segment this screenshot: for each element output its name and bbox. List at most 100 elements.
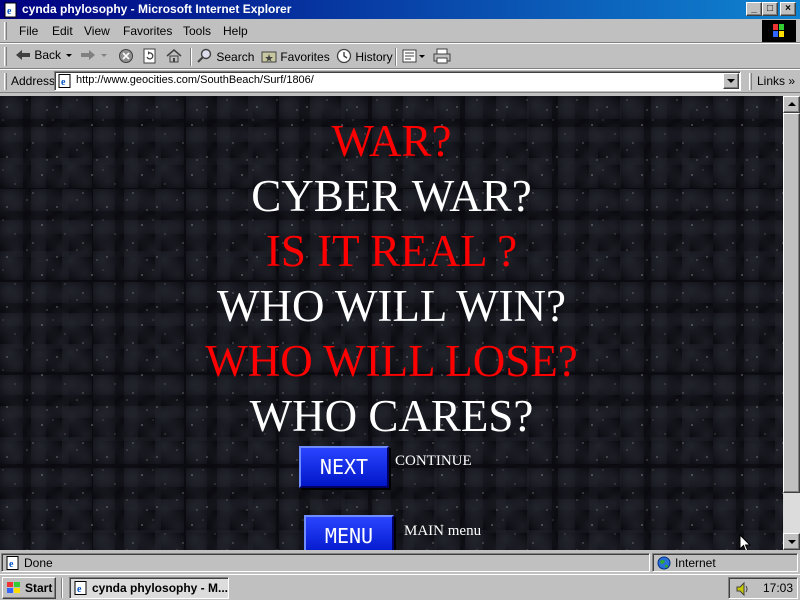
forward-button[interactable]	[80, 48, 96, 66]
menubar-grip[interactable]	[4, 22, 7, 40]
standard-toolbar: Back Search Favorites History	[0, 43, 800, 69]
scroll-down-button[interactable]	[783, 533, 800, 550]
title-bar: e cynda phylosophy - Microsoft Internet …	[0, 0, 800, 19]
back-button[interactable]: Back	[15, 48, 61, 66]
security-zone-pane: Internet	[652, 553, 798, 572]
maximize-icon: □	[766, 3, 774, 14]
favorites-folder-icon	[261, 51, 277, 63]
headline-who-will-win: WHO WILL WIN?	[216, 281, 567, 331]
links-grip[interactable]	[749, 73, 752, 90]
stop-icon	[119, 49, 133, 63]
close-icon: ×	[785, 3, 791, 14]
ie-page-icon: e	[74, 581, 87, 595]
back-label: Back	[34, 48, 62, 62]
svg-text:e: e	[9, 559, 14, 570]
taskbar-separator	[61, 578, 63, 598]
headline-who-will-lose: WHO WILL LOSE?	[205, 336, 578, 386]
address-dropdown-button[interactable]	[723, 73, 739, 89]
windows-logo-icon	[773, 24, 784, 37]
vertical-scrollbar[interactable]	[783, 96, 800, 550]
status-bar: e Done Internet	[0, 552, 800, 574]
history-button[interactable]: History	[336, 48, 393, 66]
toolbar-separator	[395, 48, 397, 66]
history-label: History	[355, 50, 393, 64]
printer-icon	[433, 48, 451, 64]
maximize-button[interactable]: □	[762, 2, 778, 16]
back-dropdown[interactable]	[66, 48, 72, 66]
minimize-icon: _	[751, 3, 757, 14]
minimize-button[interactable]: _	[746, 2, 762, 16]
chevron-up-icon	[787, 102, 796, 106]
main-menu-label: MAIN menu	[404, 523, 482, 539]
headline-war: WAR?	[331, 116, 452, 166]
print-button[interactable]	[433, 48, 451, 66]
refresh-button[interactable]	[142, 48, 158, 66]
taskbar-item-label: cynda phylosophy - M...	[92, 581, 229, 595]
forward-arrow-icon	[81, 50, 95, 60]
ie-page-icon: e	[4, 2, 17, 18]
scroll-thumb[interactable]	[783, 113, 800, 493]
links-label: Links	[757, 74, 786, 88]
continue-label: CONTINUE	[395, 453, 472, 469]
internet-globe-icon	[657, 556, 671, 570]
page-content: WAR? CYBER WAR? IS IT REAL ? WHO WILL WI…	[0, 96, 783, 550]
chevron-down-icon	[101, 54, 107, 57]
toolbar-separator	[190, 48, 192, 66]
chevron-down-icon	[787, 540, 796, 544]
address-field[interactable]: e http://www.geocities.com/SouthBeach/Su…	[54, 71, 741, 91]
close-button[interactable]: ×	[780, 2, 796, 16]
svg-text:e: e	[61, 77, 66, 88]
toolbar-grip[interactable]	[4, 47, 7, 66]
clock[interactable]: 17:03	[763, 581, 793, 595]
search-icon	[197, 48, 212, 63]
next-button[interactable]: NEXT	[299, 446, 389, 488]
chevron-down-icon	[727, 79, 735, 83]
menu-file[interactable]: File	[19, 24, 38, 38]
window-title: cynda phylosophy - Microsoft Internet Ex…	[22, 2, 292, 16]
start-button[interactable]: Start	[2, 577, 56, 599]
page-done-icon: e	[6, 556, 19, 570]
mail-button[interactable]	[402, 48, 426, 66]
svg-text:e: e	[7, 6, 12, 17]
zone-text: Internet	[675, 556, 716, 570]
back-arrow-icon	[16, 50, 30, 60]
address-url: http://www.geocities.com/SouthBeach/Surf…	[76, 74, 314, 86]
menu-bar: File Edit View Favorites Tools Help	[0, 19, 800, 43]
stop-button[interactable]	[118, 48, 134, 66]
headline-cyber-war: CYBER WAR?	[251, 171, 532, 221]
address-label: Address	[11, 74, 56, 88]
menu-help[interactable]: Help	[223, 24, 248, 38]
menu-view[interactable]: View	[84, 24, 110, 38]
history-icon	[336, 48, 352, 64]
menu-favorites[interactable]: Favorites	[123, 24, 172, 38]
svg-text:e: e	[77, 584, 82, 595]
menu-button[interactable]: MENU	[304, 515, 394, 550]
home-icon	[166, 49, 182, 63]
start-label: Start	[25, 581, 53, 595]
mail-icon	[402, 49, 425, 63]
forward-dropdown[interactable]	[101, 48, 107, 66]
menu-tools[interactable]: Tools	[183, 24, 211, 38]
favorites-label: Favorites	[280, 50, 330, 64]
search-button[interactable]: Search	[197, 48, 254, 66]
mouse-cursor-icon	[739, 534, 752, 550]
status-message-pane: e Done	[1, 553, 650, 572]
chevron-right-icon: »	[788, 74, 796, 88]
home-button[interactable]	[166, 48, 182, 66]
favorites-button[interactable]: Favorites	[261, 48, 330, 66]
taskbar-item-ie[interactable]: e cynda phylosophy - M...	[69, 577, 229, 599]
links-button[interactable]: Links »	[757, 74, 795, 88]
search-label: Search	[216, 50, 255, 64]
addressbar-grip[interactable]	[4, 73, 7, 90]
status-text: Done	[24, 556, 53, 570]
system-tray: 17:03	[728, 577, 798, 599]
menu-edit[interactable]: Edit	[52, 24, 73, 38]
chevron-down-icon	[66, 54, 72, 57]
volume-icon[interactable]	[735, 581, 751, 597]
scroll-up-button[interactable]	[783, 96, 800, 113]
headline-is-it-real: IS IT REAL ?	[265, 226, 518, 276]
refresh-icon	[143, 48, 156, 64]
headline-who-cares: WHO CARES?	[249, 391, 534, 441]
windows-logo-throbber	[762, 20, 796, 42]
address-bar: Address e http://www.geocities.com/South…	[0, 69, 800, 93]
